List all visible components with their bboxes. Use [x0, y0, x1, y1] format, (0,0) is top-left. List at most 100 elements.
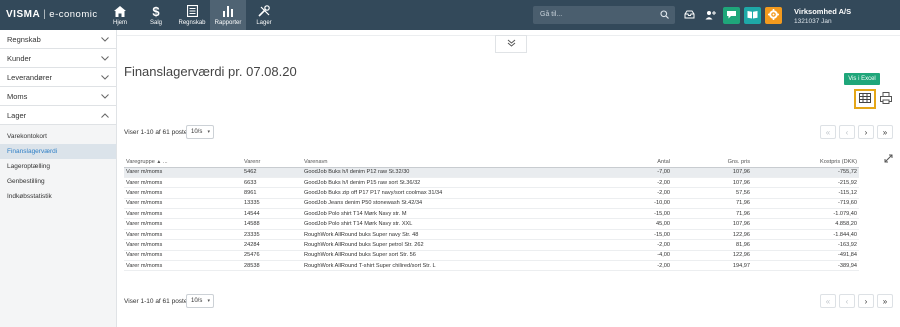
cell-varenr: 14544 [242, 208, 302, 220]
cell-varegruppe: Varer m/moms [124, 250, 242, 262]
fullscreen-button[interactable] [882, 153, 894, 165]
page-size-value: 10/s [191, 129, 203, 135]
cell-varenavn: RoughWork AllRound T-shirt Super chilire… [302, 260, 602, 272]
company-switcher[interactable]: Virksomhed A/S 1321037 Jan [794, 7, 851, 27]
first-page-button[interactable]: « [820, 294, 836, 308]
table-view-button[interactable] [854, 89, 876, 109]
sort-asc-icon: ▲ [156, 158, 162, 165]
grid-icon [859, 93, 871, 105]
nav-sales[interactable]: $ Salg [138, 0, 174, 30]
table-row[interactable]: Varer m/moms 13335 GoodJob Jeans denim P50… [124, 198, 859, 210]
table-row[interactable]: Varer m/moms 28538 RoughWork AllRound T-sh… [124, 260, 859, 272]
top-bar: VISMA | e-conomic Hjem $ Salg Regnskab R… [0, 0, 900, 30]
chevron-down-icon [101, 92, 109, 101]
cell-varegruppe: Varer m/moms [124, 198, 242, 210]
show-in-excel-button[interactable]: Vis i Excel [844, 73, 880, 85]
column-header-antal[interactable]: Antal [602, 157, 672, 168]
nav-sales-label: Salg [149, 19, 162, 26]
print-button[interactable] [879, 91, 893, 107]
tools-icon [258, 5, 270, 18]
cell-varenavn: GoodJob Buks h/l denim P15 raw sort St.3… [302, 177, 602, 189]
settings-button[interactable] [765, 7, 782, 24]
help-book-button[interactable] [744, 7, 761, 24]
chat-icon [726, 10, 737, 21]
next-page-button[interactable]: › [858, 294, 874, 308]
sidebar: Regnskab Kunder Leverandører Moms Lager … [0, 30, 117, 327]
prev-page-button[interactable]: ‹ [839, 125, 855, 139]
cell-varenavn: GoodJob Polo shirt T14 Mørk Navy str. XX… [302, 218, 602, 230]
cell-kostpris: -755,72 [752, 167, 859, 178]
table-row[interactable]: Varer m/moms 14544 GoodJob Polo shirt T14 … [124, 208, 859, 220]
first-page-icon: « [825, 296, 831, 306]
table-row[interactable]: Varer m/moms 14588 GoodJob Polo shirt T14 … [124, 218, 859, 230]
sidebar-item-indkobsstatistik[interactable]: Indkøbsstatistik [0, 189, 116, 204]
chevron-down-icon [101, 54, 109, 63]
cell-varegruppe: Varer m/moms [124, 208, 242, 220]
nav-accounting[interactable]: Regnskab [174, 0, 210, 30]
cell-antal: -4,00 [602, 250, 672, 262]
table-row[interactable]: Varer m/moms 8961 GoodJob Buks zip off P17… [124, 187, 859, 199]
cell-varenavn: GoodJob Buks zip off P17 P17 navy/sort c… [302, 187, 602, 199]
cell-varegruppe: Varer m/moms [124, 260, 242, 272]
nav-inventory-label: Lager [256, 19, 272, 26]
sidebar-section-leverandorer[interactable]: Leverandører [0, 68, 116, 87]
sidebar-section-regnskab[interactable]: Regnskab [0, 30, 116, 49]
column-header-varegruppe[interactable]: Varegruppe ▲ ... [124, 157, 242, 168]
chat-button[interactable] [723, 7, 740, 24]
caret-down-icon: ▾ [207, 129, 210, 135]
search-icon[interactable] [660, 10, 669, 21]
cell-varenavn: GoodJob Buks h/l denim P12 raw St.32/30 [302, 167, 602, 178]
table-header-row: Varegruppe ▲ ... Varenr Varenavn Antal G… [124, 157, 859, 168]
visma-logo[interactable]: VISMA | e-conomic [6, 9, 98, 20]
page-size-select-bottom[interactable]: 10/s ▾ [186, 294, 214, 308]
prev-page-button[interactable]: ‹ [839, 294, 855, 308]
table-row[interactable]: Varer m/moms 23335 RoughWork AllRound buks… [124, 229, 859, 241]
cell-varegruppe: Varer m/moms [124, 218, 242, 230]
page-size-select-top[interactable]: 10/s ▾ [186, 125, 214, 139]
nav-home[interactable]: Hjem [102, 0, 138, 30]
chevron-down-icon [101, 35, 109, 44]
table-row[interactable]: Varer m/moms 25476 RoughWork AllRound buks… [124, 250, 859, 262]
double-chevron-down-icon [507, 39, 516, 49]
search-input[interactable]: Gå til... [533, 6, 675, 24]
cell-varegruppe: Varer m/moms [124, 229, 242, 241]
cell-gns-pris: 122,96 [672, 250, 752, 262]
sidebar-section-moms[interactable]: Moms [0, 87, 116, 106]
column-header-kostpris[interactable]: Kostpris (DKK) [752, 157, 859, 168]
table-row[interactable]: Varer m/moms 6633 GoodJob Buks h/l denim P… [124, 177, 859, 189]
table-row[interactable]: Varer m/moms 24284 RoughWork AllRound buks… [124, 239, 859, 251]
column-header-varenavn[interactable]: Varenavn [302, 157, 602, 168]
nav-reports[interactable]: Rapporter [210, 0, 246, 30]
expand-filter-button[interactable] [495, 35, 527, 53]
paging-info-bottom: Viser 1-10 af 61 poster [124, 298, 190, 305]
sidebar-section-kunder[interactable]: Kunder [0, 49, 116, 68]
sidebar-item-finanslagervaerdi[interactable]: Finanslagerværdi [0, 144, 116, 159]
next-page-icon: › [864, 296, 868, 306]
next-page-button[interactable]: › [858, 125, 874, 139]
last-page-button[interactable]: » [877, 125, 893, 139]
last-page-icon: » [882, 127, 888, 137]
sidebar-item-varekontokort[interactable]: Varekontokort [0, 129, 116, 144]
sidebar-item-genbestilling[interactable]: Genbestilling [0, 174, 116, 189]
cell-varenr: 8961 [242, 187, 302, 199]
column-header-varenr[interactable]: Varenr [242, 157, 302, 168]
nav-inventory[interactable]: Lager [246, 0, 282, 30]
table-row[interactable]: Varer m/moms 5462 GoodJob Buks h/l denim P… [124, 167, 859, 178]
cell-kostpris: -1.844,40 [752, 229, 859, 241]
sidebar-section-label: Regnskab [7, 34, 41, 44]
cell-antal: 45,00 [602, 218, 672, 230]
cell-varegruppe: Varer m/moms [124, 177, 242, 189]
last-page-button[interactable]: » [877, 294, 893, 308]
printer-icon [880, 92, 892, 106]
cell-varenr: 6633 [242, 177, 302, 189]
cell-varenavn: GoodJob Jeans denim P50 stonewash St.42/… [302, 198, 602, 210]
inbox-button[interactable] [681, 7, 698, 24]
cell-kostpris: -115,12 [752, 187, 859, 199]
add-user-button[interactable] [702, 7, 719, 24]
sidebar-item-lageroptaelling[interactable]: Lageroptælling [0, 159, 116, 174]
first-page-button[interactable]: « [820, 125, 836, 139]
dollar-icon: $ [152, 3, 160, 19]
sidebar-section-lager[interactable]: Lager [0, 106, 116, 125]
cell-gns-pris: 122,96 [672, 229, 752, 241]
column-header-gns-pris[interactable]: Gns. pris [672, 157, 752, 168]
